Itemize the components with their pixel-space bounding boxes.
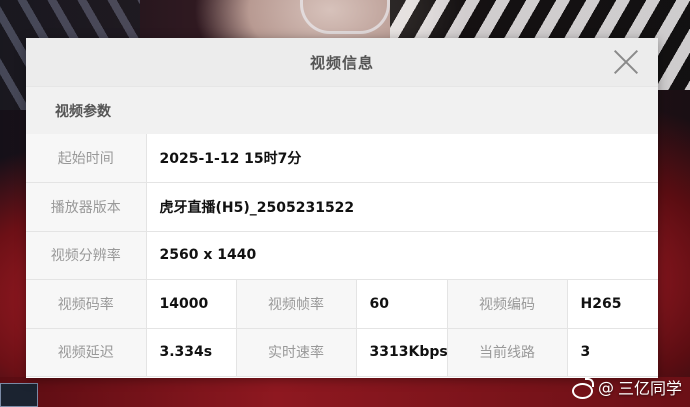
speed-label: 实时速率 [235,327,357,377]
video-info-dialog: 视频信息 视频参数 起始时间 2025-1-12 15时7分 播放器版本 虎牙直… [26,38,659,378]
line-value: 3 [566,327,659,377]
table-row: 视频分辨率 2560 x 1440 [26,230,659,280]
table-row: 视频码率 14000 视频帧率 60 视频编码 H265 [26,279,659,329]
video-thumbnail [0,383,38,407]
resolution-label: 视频分辨率 [26,230,147,280]
resolution-value: 2560 x 1440 [145,230,659,280]
dialog-header: 视频信息 [26,38,658,86]
speed-value: 3313Kbps [355,327,448,377]
weibo-icon [570,377,594,399]
weibo-watermark: @ 三亿同学 [570,375,682,399]
table-row: 起始时间 2025-1-12 15时7分 [26,134,659,183]
watermark-prefix: @ [597,377,614,397]
watermark-text: 三亿同学 [617,379,682,398]
framerate-value: 60 [355,279,448,329]
codec-value: H265 [566,279,659,329]
table-row: 视频延迟 3.334s 实时速率 3313Kbps 当前线路 3 [26,327,659,377]
latency-label: 视频延迟 [26,327,147,377]
codec-label: 视频编码 [446,279,568,329]
line-label: 当前线路 [446,327,568,377]
section-header: 视频参数 [26,86,658,134]
start-time-value: 2025-1-12 15时7分 [145,134,659,183]
bitrate-label: 视频码率 [26,279,147,329]
start-time-label: 起始时间 [26,134,147,183]
player-version-label: 播放器版本 [26,182,147,232]
table-row: 播放器版本 虎牙直播(H5)_2505231522 [26,182,659,232]
dialog-title: 视频信息 [309,53,374,72]
video-params-table: 起始时间 2025-1-12 15时7分 播放器版本 虎牙直播(H5)_2505… [26,134,659,377]
latency-value: 3.334s [145,327,237,377]
framerate-label: 视频帧率 [235,279,357,329]
bitrate-value: 14000 [145,279,237,329]
close-icon[interactable] [612,48,640,76]
video-background-glasses [300,0,390,34]
player-version-value: 虎牙直播(H5)_2505231522 [145,182,659,232]
